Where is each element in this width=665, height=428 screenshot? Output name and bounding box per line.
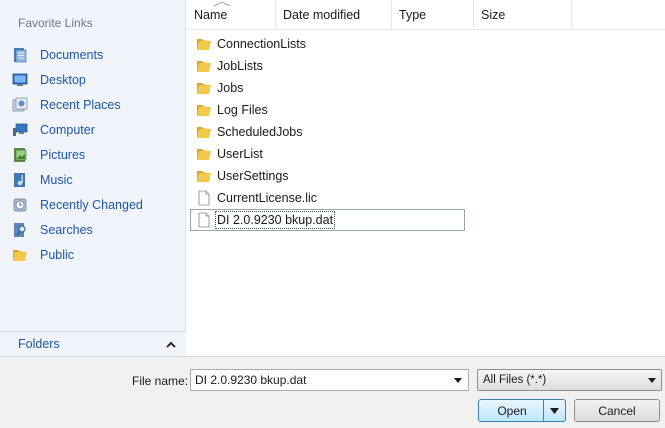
folder-icon [196,102,212,118]
column-header-label: Date modified [283,8,361,22]
column-header-date-modified[interactable]: Date modified [276,0,392,30]
file-row-currentlicense[interactable]: CurrentLicense.lic [187,187,665,209]
open-button-label: Open [497,403,527,418]
file-name: UserList [217,147,263,161]
nav-item-label: Pictures [40,147,86,162]
file-name: UserSettings [217,169,289,183]
file-name: ScheduledJobs [217,125,303,139]
folder-icon [196,146,212,162]
favorite-links-list: Documents Desktop Recent Places Computer… [0,42,186,267]
pictures-icon [12,147,28,163]
nav-item-pictures[interactable]: Pictures [0,142,186,167]
nav-item-label: Searches [40,222,93,237]
file-type-value: All Files (*.*) [483,374,547,386]
file-row-scheduledjobs[interactable]: ScheduledJobs [187,121,665,143]
column-header-size[interactable]: Size [474,0,572,30]
folder-icon [196,168,212,184]
recently-changed-icon [12,197,28,213]
folder-icon [196,124,212,140]
file-name: ConnectionLists [217,37,306,51]
folders-toggle[interactable]: Folders [0,331,186,356]
recent-places-icon [12,97,28,113]
file-row-log-files[interactable]: Log Files [187,99,665,121]
file-name: Log Files [217,103,268,117]
file-name: CurrentLicense.lic [217,191,318,205]
nav-item-recently-changed[interactable]: Recently Changed [0,192,186,217]
navigation-pane: Favorite Links Documents Desktop Recent … [0,0,186,356]
folder-icon [196,80,212,96]
file-name-input[interactable] [190,369,469,391]
nav-item-label: Documents [40,47,104,62]
nav-item-searches[interactable]: Searches [0,217,186,242]
chevron-down-icon [550,407,559,414]
nav-item-documents[interactable]: Documents [0,42,186,67]
column-header-type[interactable]: Type [392,0,474,30]
dialog-footer: File name: All Files (*.*) Open Cancel [0,356,665,428]
file-name: JobLists [217,59,263,73]
folder-icon [196,58,212,74]
public-folder-icon [12,247,28,263]
column-header-name[interactable]: Name [187,0,276,30]
cancel-button[interactable]: Cancel [574,399,660,422]
file-name: Jobs [217,81,244,95]
nav-item-label: Music [40,172,73,187]
favorite-links-header: Favorite Links [18,16,93,30]
file-name-label: File name: [132,374,189,388]
nav-item-label: Computer [40,122,95,137]
documents-icon [12,47,28,63]
column-header-label: Name [194,8,228,22]
nav-item-music[interactable]: Music [0,167,186,192]
file-row-connectionlists[interactable]: ConnectionLists [187,33,665,55]
chevron-up-icon[interactable] [164,337,178,351]
file-name-dropdown-arrow-icon[interactable] [448,370,468,390]
column-header-label: Type [399,8,427,22]
nav-item-label: Public [40,247,75,262]
file-row-di-bkup-dat[interactable]: DI 2.0.9230 bkup.dat [190,209,465,231]
computer-icon [12,122,28,138]
file-icon [196,190,212,206]
open-button[interactable]: Open [478,399,566,422]
desktop-icon [12,72,28,88]
cancel-button-label: Cancel [598,403,636,418]
folder-icon [196,36,212,52]
file-name: DI 2.0.9230 bkup.dat [214,211,336,229]
file-type-select[interactable]: All Files (*.*) [477,369,662,391]
nav-item-public[interactable]: Public [0,242,186,267]
file-list-pane: Name Date modified Type Size ConnectionL… [187,0,665,356]
file-row-usersettings[interactable]: UserSettings [187,165,665,187]
column-header-label: Size [481,8,506,22]
chevron-down-icon [648,378,656,383]
file-row-joblists[interactable]: JobLists [187,55,665,77]
nav-item-label: Recent Places [40,97,121,112]
music-icon [12,172,28,188]
folders-label: Folders [18,337,60,351]
searches-icon [12,222,28,238]
nav-item-label: Recently Changed [40,197,143,212]
nav-item-computer[interactable]: Computer [0,117,186,142]
nav-item-label: Desktop [40,72,86,87]
file-row-userlist[interactable]: UserList [187,143,665,165]
open-options-dropdown[interactable] [543,400,565,421]
file-icon [196,212,212,228]
file-list: ConnectionLists JobLists Jobs Log Files … [187,33,665,231]
nav-item-desktop[interactable]: Desktop [0,67,186,92]
nav-item-recent-places[interactable]: Recent Places [0,92,186,117]
column-header-row: Name Date modified Type Size [187,0,665,30]
file-row-jobs[interactable]: Jobs [187,77,665,99]
sort-ascending-icon [213,1,231,7]
